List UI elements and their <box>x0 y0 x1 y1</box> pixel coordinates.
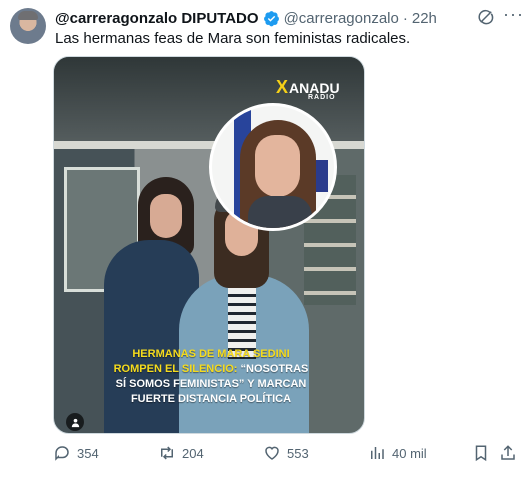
view-count: 40 mil <box>392 445 427 461</box>
inset-portrait <box>209 103 337 231</box>
grok-icon[interactable] <box>477 8 495 26</box>
left-woman-face <box>150 194 182 238</box>
post-time[interactable]: 22h <box>412 10 437 27</box>
separator-dot: · <box>402 9 408 27</box>
headline-line-3: SÍ SOMOS FEMINISTAS” Y MARCAN <box>115 378 307 390</box>
handle[interactable]: @carreragonzalo <box>284 10 399 27</box>
tweet-text: Las hermanas feas de Mara son feministas… <box>55 30 411 47</box>
headline-line-2: ROMPEN EL SILENCIO: “NOSOTRAS <box>113 363 309 375</box>
repost-count: 204 <box>182 445 204 461</box>
headline-line-1: HERMANAS DE MARA SEDINI <box>132 348 290 360</box>
share-icon <box>501 445 515 460</box>
display-name[interactable]: @carreragonzalo DIPUTADO <box>55 10 259 27</box>
bookmark-button[interactable] <box>472 444 490 462</box>
views-button[interactable]: 40 mil <box>368 443 427 463</box>
inset-face <box>255 135 300 197</box>
reply-count: 354 <box>77 445 99 461</box>
more-icon[interactable]: ··· <box>503 5 523 27</box>
reply-button[interactable]: 354 <box>53 443 99 463</box>
verified-badge-icon <box>263 10 280 27</box>
reply-icon <box>55 446 69 461</box>
inset-body <box>248 196 312 228</box>
image-headline: HERMANAS DE MARA SEDINI ROMPEN EL SILENC… <box>106 347 316 407</box>
heart-icon <box>265 446 279 460</box>
repost-icon <box>161 446 173 460</box>
tweet-header: @carreragonzalo DIPUTADO @carreragonzalo… <box>55 9 437 27</box>
tweet-actions: 354 204 553 40 mil <box>53 443 519 463</box>
share-button[interactable] <box>499 444 517 462</box>
post-image[interactable]: XANADU RADIO HERMANAS DE MARA SEDINI ROM… <box>53 56 365 434</box>
like-button[interactable]: 553 <box>263 443 309 463</box>
tweet[interactable]: @carreragonzalo DIPUTADO @carreragonzalo… <box>0 0 528 479</box>
headline-line-4: FUERTE DISTANCIA POLÍTICA <box>130 393 292 405</box>
bookmark-icon <box>475 445 487 462</box>
avatar[interactable] <box>10 8 46 44</box>
xanadu-radio-sublogo: RADIO <box>308 94 336 101</box>
person-tag-icon[interactable] <box>66 413 84 431</box>
repost-button[interactable]: 204 <box>158 443 204 463</box>
like-count: 553 <box>287 445 309 461</box>
views-icon <box>371 447 384 459</box>
